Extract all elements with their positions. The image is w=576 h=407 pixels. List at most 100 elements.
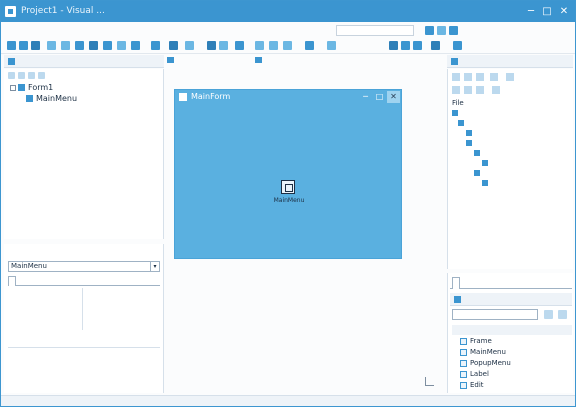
component-icon[interactable] (431, 41, 440, 50)
resize-grip-icon[interactable] (425, 377, 434, 386)
toggle-unit-icon[interactable] (75, 41, 84, 50)
undo-icon[interactable] (47, 41, 56, 50)
move-down-icon[interactable] (38, 72, 45, 79)
options-icon[interactable] (490, 73, 498, 81)
tab-properties[interactable] (8, 276, 16, 286)
remove-from-project-icon[interactable] (185, 41, 194, 50)
file-node[interactable] (482, 159, 490, 167)
palette-item-popupmenu[interactable]: PopupMenu (460, 359, 511, 367)
tab-unit[interactable] (255, 54, 265, 67)
designed-form[interactable]: MainForm ─ □ ✕ MainMenu (174, 89, 402, 259)
property-row[interactable] (8, 304, 160, 312)
maximize-button[interactable]: □ (539, 4, 555, 19)
menu-bar (1, 23, 575, 37)
palette-item-frame[interactable]: Frame (460, 337, 492, 345)
palette-search-input[interactable] (452, 309, 538, 320)
expand-icon[interactable] (464, 86, 472, 94)
sync-icon[interactable] (506, 73, 514, 81)
search-icon[interactable] (425, 26, 434, 35)
palette-options-icon[interactable] (544, 310, 553, 319)
palette-item-mainmenu[interactable]: MainMenu (460, 348, 506, 356)
palette-tabs (450, 275, 572, 289)
project-manager-header[interactable] (447, 55, 573, 68)
mainmenu-component-icon[interactable] (281, 180, 295, 194)
palette-category[interactable] (452, 325, 572, 335)
layout-icon[interactable] (413, 41, 422, 50)
page-icon (167, 57, 174, 63)
pause-icon[interactable] (235, 41, 244, 50)
tree-node-label: MainMenu (36, 94, 78, 103)
property-row[interactable] (8, 296, 160, 304)
align-icon[interactable] (389, 41, 398, 50)
redo-icon[interactable] (61, 41, 70, 50)
structure-panel-header[interactable] (4, 55, 164, 68)
property-grid-divider[interactable] (82, 288, 83, 330)
build-config-node[interactable] (466, 129, 474, 137)
run-icon[interactable] (207, 41, 216, 50)
breakpoint-icon[interactable] (327, 41, 336, 50)
build-icon[interactable] (453, 41, 462, 50)
open-project-icon[interactable] (151, 41, 160, 50)
property-row[interactable] (8, 320, 160, 328)
collapse-all-icon[interactable] (18, 72, 25, 79)
view-unit-icon[interactable] (103, 41, 112, 50)
add-to-project-icon[interactable] (169, 41, 178, 50)
chevron-down-icon[interactable]: ▾ (150, 262, 159, 271)
new-form-icon[interactable] (131, 41, 140, 50)
step-into-icon[interactable] (269, 41, 278, 50)
tab-structure[interactable] (490, 277, 496, 289)
remove-icon[interactable] (476, 73, 484, 81)
form-minimize-button[interactable]: ─ (359, 91, 372, 103)
property-row[interactable] (8, 288, 160, 296)
tool-palette-header[interactable] (450, 293, 572, 306)
form-maximize-button[interactable]: □ (373, 91, 386, 103)
tree-node-mainmenu[interactable]: MainMenu (26, 94, 77, 103)
view-icon[interactable] (492, 86, 500, 94)
project-group-node[interactable] (452, 109, 460, 117)
project-node[interactable] (458, 119, 466, 127)
component-selector[interactable]: MainMenu ▾ (8, 261, 160, 272)
form-title-bar[interactable]: MainForm ─ □ ✕ (175, 90, 401, 104)
unit-node[interactable] (474, 149, 482, 157)
collapse-toggle-icon[interactable] (10, 84, 16, 91)
step-over-icon[interactable] (255, 41, 264, 50)
stop-icon[interactable] (305, 41, 314, 50)
minimize-button[interactable]: ─ (523, 4, 539, 19)
new-file-icon[interactable] (7, 41, 16, 50)
save-icon[interactable] (31, 41, 40, 50)
palette-item-label[interactable]: Label (460, 370, 489, 378)
palette-item-edit[interactable]: Edit (460, 381, 484, 389)
expand-all-icon[interactable] (8, 72, 15, 79)
file-node[interactable] (482, 179, 490, 187)
tab-welcome-page[interactable] (167, 54, 177, 67)
tab-events[interactable] (48, 276, 54, 286)
target-node[interactable] (466, 139, 474, 147)
help-icon[interactable] (437, 26, 446, 35)
new-icon[interactable] (464, 73, 472, 81)
tab-data[interactable] (530, 277, 536, 289)
close-button[interactable]: ✕ (556, 4, 572, 19)
open-file-icon[interactable] (19, 41, 28, 50)
project-manager: File (447, 69, 573, 269)
divider (8, 347, 160, 348)
unit-node[interactable] (474, 169, 482, 177)
palette-filter-icon[interactable] (558, 310, 567, 319)
toggle-form-icon[interactable] (117, 41, 126, 50)
property-row[interactable] (8, 312, 160, 320)
form-close-button[interactable]: ✕ (387, 91, 400, 103)
move-up-icon[interactable] (28, 72, 35, 79)
tab-palette[interactable] (452, 277, 460, 289)
search-input[interactable] (336, 25, 414, 36)
tree-node-form[interactable]: Form1 (10, 83, 53, 92)
filter-icon[interactable] (476, 86, 484, 94)
activate-icon[interactable] (452, 73, 460, 81)
run-dropdown-icon[interactable] (219, 41, 228, 50)
view-form-icon[interactable] (89, 41, 98, 50)
settings-icon[interactable] (449, 26, 458, 35)
trace-icon[interactable] (283, 41, 292, 50)
size-icon[interactable] (401, 41, 410, 50)
menu-component-icon (26, 95, 33, 102)
collapse-icon[interactable] (452, 86, 460, 94)
title-bar[interactable]: Project1 - Visual ... ─ □ ✕ (1, 1, 575, 22)
project-toolbar (450, 71, 570, 83)
